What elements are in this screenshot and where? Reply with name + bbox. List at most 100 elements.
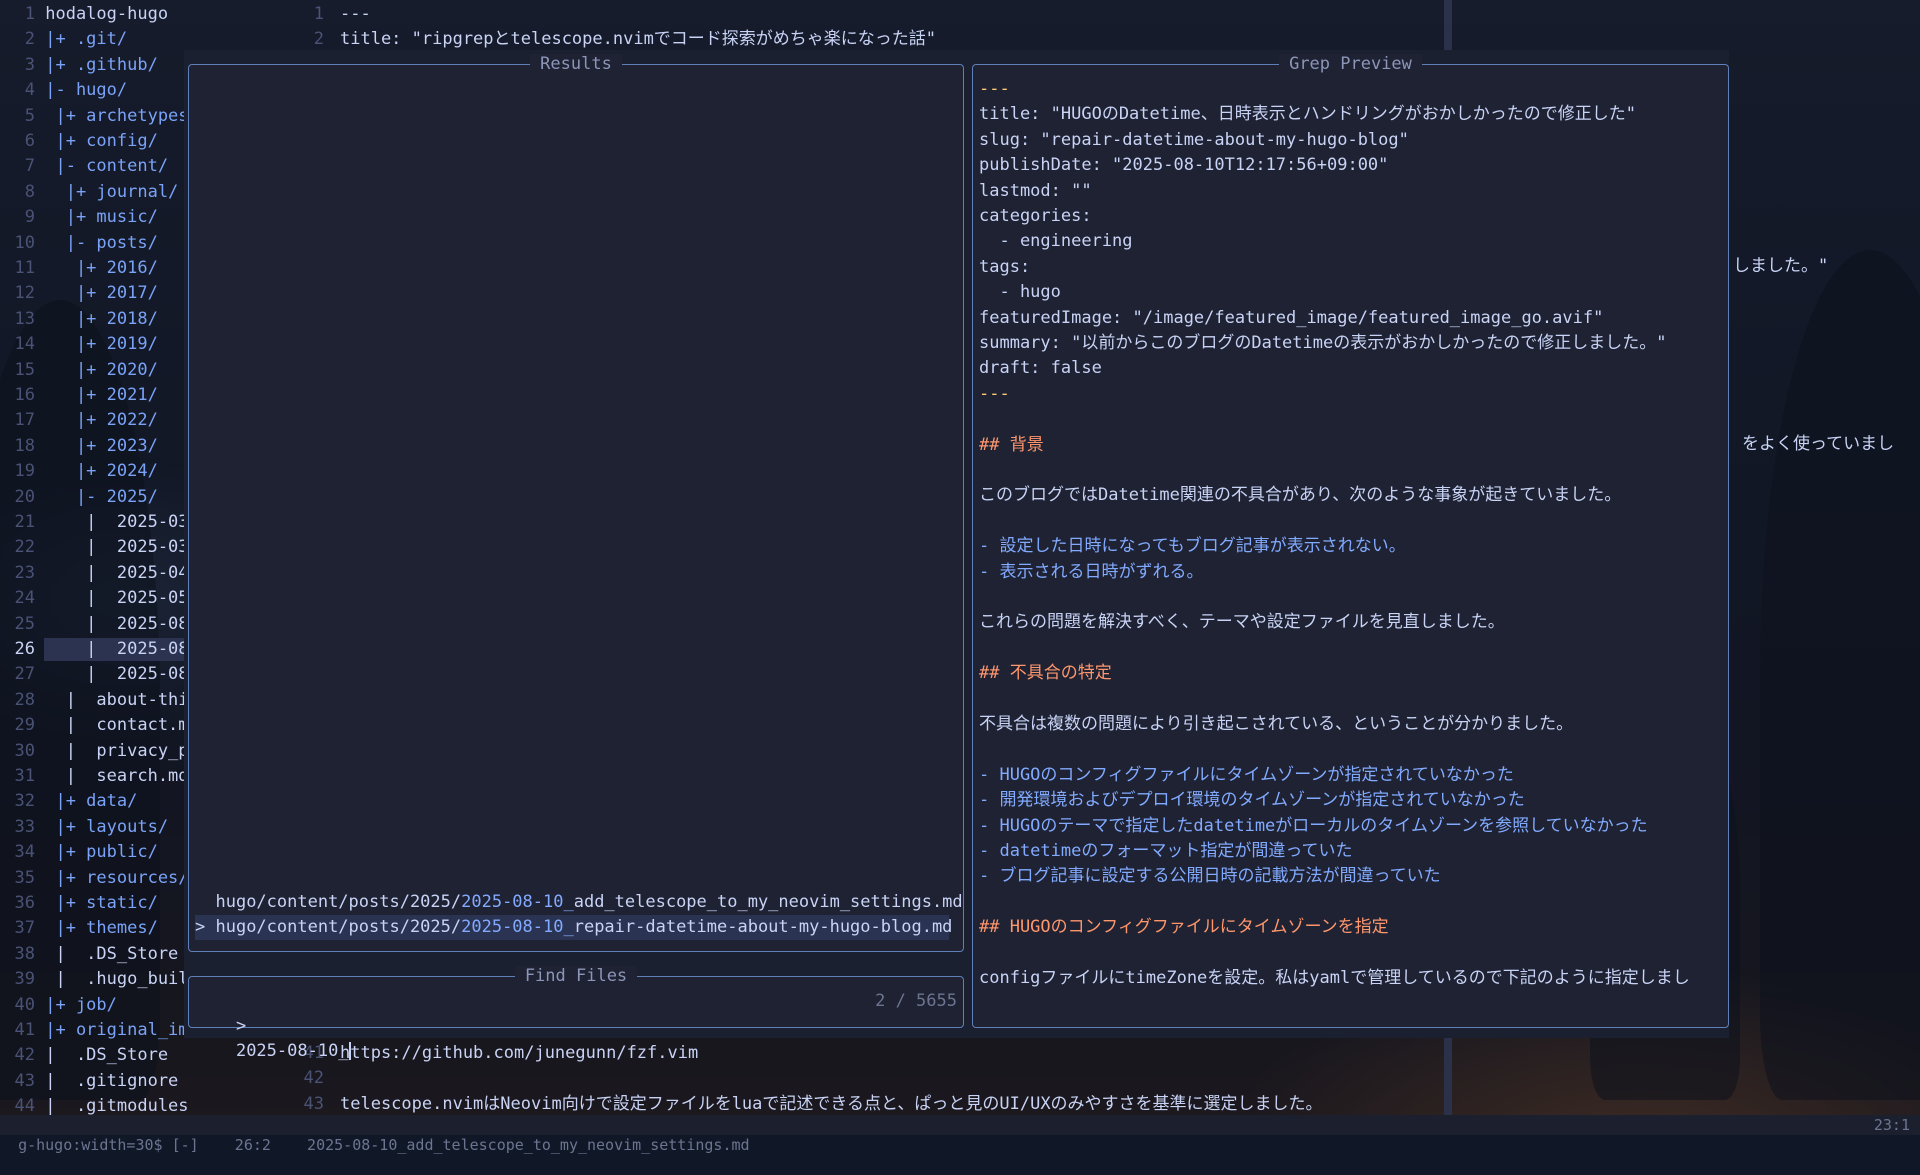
result-path-match: 2025-08-10_ (461, 917, 574, 938)
tree-item[interactable]: 34 |+ public/ (0, 840, 158, 865)
preview-line: - HUGOのテーマで指定したdatetimeがローカルのタイムゾーンを参照して… (979, 815, 1648, 836)
preview-line: draft: false (979, 358, 1102, 379)
tree-item[interactable]: 8 |+ journal/ (0, 180, 179, 205)
tree-item[interactable]: 36 |+ static/ (0, 891, 158, 916)
preview-line: slug: "repair-datetime-about-my-hugo-blo… (979, 129, 1409, 150)
tree-item[interactable]: 16 |+ 2021/ (0, 383, 158, 408)
line-number: 35 (14, 867, 35, 888)
tree-item[interactable]: 43 | .gitignore (0, 1069, 179, 1094)
tree-item[interactable]: 37 |+ themes/ (0, 916, 158, 941)
tree-item-label: | 2025-03- (35, 537, 199, 558)
line-number: 13 (14, 308, 35, 329)
preview-line: configファイルにtimeZoneを設定。私はyamlで管理しているので下記… (979, 968, 1690, 988)
selection-caret (195, 892, 215, 912)
tree-item[interactable]: 4 |- hugo/ (0, 78, 127, 103)
tree-item[interactable]: 35 |+ resources/ (0, 866, 189, 891)
tree-item[interactable]: 40 |+ job/ (0, 993, 117, 1018)
tree-item-label: |+ 2023/ (35, 435, 158, 456)
find-files-title: Find Files (514, 966, 638, 986)
editor-line[interactable]: 1 --- (300, 2, 371, 27)
tree-item[interactable]: 15 |+ 2020/ (0, 358, 158, 383)
tree-item-label: |+ 2021/ (35, 385, 158, 405)
line-number: 42 (303, 1068, 324, 1089)
tree-item[interactable]: 2 |+ .git/ (0, 27, 127, 52)
tree-item[interactable]: 11 |+ 2016/ (0, 256, 158, 281)
line-number: 15 (14, 359, 35, 380)
tree-item[interactable]: 14 |+ 2019/ (0, 332, 158, 357)
tree-item[interactable]: 13 |+ 2018/ (0, 307, 158, 332)
result-path-match: 2025-08-10_ (461, 892, 574, 912)
editor-line[interactable]: 2 title: "ripgrepとtelescope.nvimでコード探索がめち… (300, 27, 936, 52)
tree-item[interactable]: 10 |- posts/ (0, 231, 158, 256)
tree-item[interactable]: 3 |+ .github/ (0, 53, 158, 78)
line-number: 43 (14, 1070, 35, 1091)
line-number: 34 (14, 842, 35, 863)
tree-item[interactable]: 23 | 2025-04- (0, 561, 199, 586)
tree-item[interactable]: 39 | .hugo_build (0, 967, 199, 992)
tree-item[interactable]: 21 | 2025-03- (0, 510, 199, 535)
tree-item[interactable]: 26 | 2025-08- (0, 637, 199, 662)
editor-line[interactable]: 42 (300, 1066, 340, 1091)
tree-item[interactable]: 22 | 2025-03- (0, 535, 199, 560)
find-files-panel[interactable]: Find Files > 2025-08-10_ 2 / 5655 (188, 966, 964, 1061)
preview-line: featuredImage: "/image/featured_image/fe… (979, 307, 1604, 328)
tree-item[interactable]: 20 |- 2025/ (0, 485, 158, 510)
editor-line[interactable]: 43 telescope.nvimはNeovim向けで設定ファイルをluaで記述で… (300, 1092, 1323, 1117)
tree-item[interactable]: 38 | .DS_Store (0, 942, 179, 967)
line-number: 27 (14, 664, 35, 685)
line-number: 10 (14, 232, 35, 253)
line-number: 42 (14, 1045, 35, 1066)
tree-item-label: | 2025-05- (35, 588, 199, 609)
tree-item-label: |+ static/ (35, 893, 158, 913)
tree-item-label: |+ original_ima (35, 1020, 199, 1040)
preview-line: lastmod: "" (979, 180, 1092, 201)
tree-item[interactable]: 6 |+ config/ (0, 129, 158, 154)
search-query[interactable]: 2025-08-10_ (236, 1041, 349, 1061)
results-panel[interactable]: Results hugo/content/posts/2025/2025-08-… (188, 54, 964, 952)
tree-item[interactable]: 19 |+ 2024/ (0, 459, 158, 484)
result-item[interactable]: hugo/content/posts/2025/2025-08-10_add_t… (195, 890, 962, 915)
tree-item[interactable]: 9 |+ music/ (0, 205, 158, 230)
preview-line: publishDate: "2025-08-10T12:17:56+09:00" (979, 155, 1389, 176)
preview-line: --- (979, 79, 1010, 99)
tree-item[interactable]: 12 |+ 2017/ (0, 281, 158, 306)
tree-item[interactable]: 27 | 2025-08- (0, 662, 199, 687)
tree-item[interactable]: 41 |+ original_ima (0, 1018, 199, 1043)
line-number: 20 (14, 486, 35, 507)
line-number: 41 (14, 1020, 35, 1040)
tree-item[interactable]: 7 |- content/ (0, 154, 168, 179)
tree-item[interactable]: 32 |+ data/ (0, 789, 138, 814)
search-input[interactable]: > 2025-08-10_ (195, 989, 351, 1061)
tree-item[interactable]: 31 | search.md (0, 764, 189, 789)
tree-item-label: |+ 2022/ (35, 410, 158, 431)
tree-item-label: |- posts/ (35, 232, 158, 253)
tree-item[interactable]: 5 |+ archetypes/ (0, 104, 199, 129)
tree-item[interactable]: 17 |+ 2022/ (0, 408, 158, 433)
line-number: 24 (14, 588, 35, 609)
line-number: 32 (14, 791, 35, 812)
editor-line[interactable]: 41 https://github.com/junegunn/fzf.vim (300, 1041, 699, 1066)
preview-line: - 表示される日時がずれる。 (979, 561, 1204, 582)
preview-panel[interactable]: Grep Preview --- title: "HUGOのDatetime、日時… (972, 54, 1729, 1028)
tree-item[interactable]: 24 | 2025-05- (0, 586, 199, 611)
tree-item[interactable]: 25 | 2025-08- (0, 612, 199, 637)
line-number: 43 (303, 1093, 324, 1114)
preview-line: - engineering (979, 231, 1133, 252)
tree-item[interactable]: 28 | about-this (0, 688, 199, 713)
line-number: 31 (14, 766, 35, 786)
result-item[interactable]: > hugo/content/posts/2025/2025-08-10_rep… (195, 915, 952, 941)
tree-item[interactable]: 18 |+ 2023/ (0, 434, 158, 459)
line-number: 28 (14, 689, 35, 710)
tree-item[interactable]: 33 |+ layouts/ (0, 815, 169, 840)
tree-item-label: | 2025-08- (35, 664, 199, 685)
status-line: g-hugo:width=30$ [-] 26:2 2025-08-10_add… (0, 1115, 1920, 1154)
line-number: 5 (24, 105, 35, 126)
tree-item[interactable]: 1 hodalog-hugo (0, 2, 168, 27)
tree-item[interactable]: 30 | privacy_po (0, 739, 199, 764)
tree-item[interactable]: 29 | contact.md (0, 713, 199, 738)
tree-item-label: | search.md (35, 766, 189, 786)
tree-item[interactable]: 42 | .DS_Store (0, 1043, 169, 1068)
line-number: 9 (24, 207, 35, 228)
result-path-dir: hugo/content/posts/2025/ (215, 917, 462, 938)
editor-peek-text: をよく使っていまし (1742, 434, 1895, 454)
